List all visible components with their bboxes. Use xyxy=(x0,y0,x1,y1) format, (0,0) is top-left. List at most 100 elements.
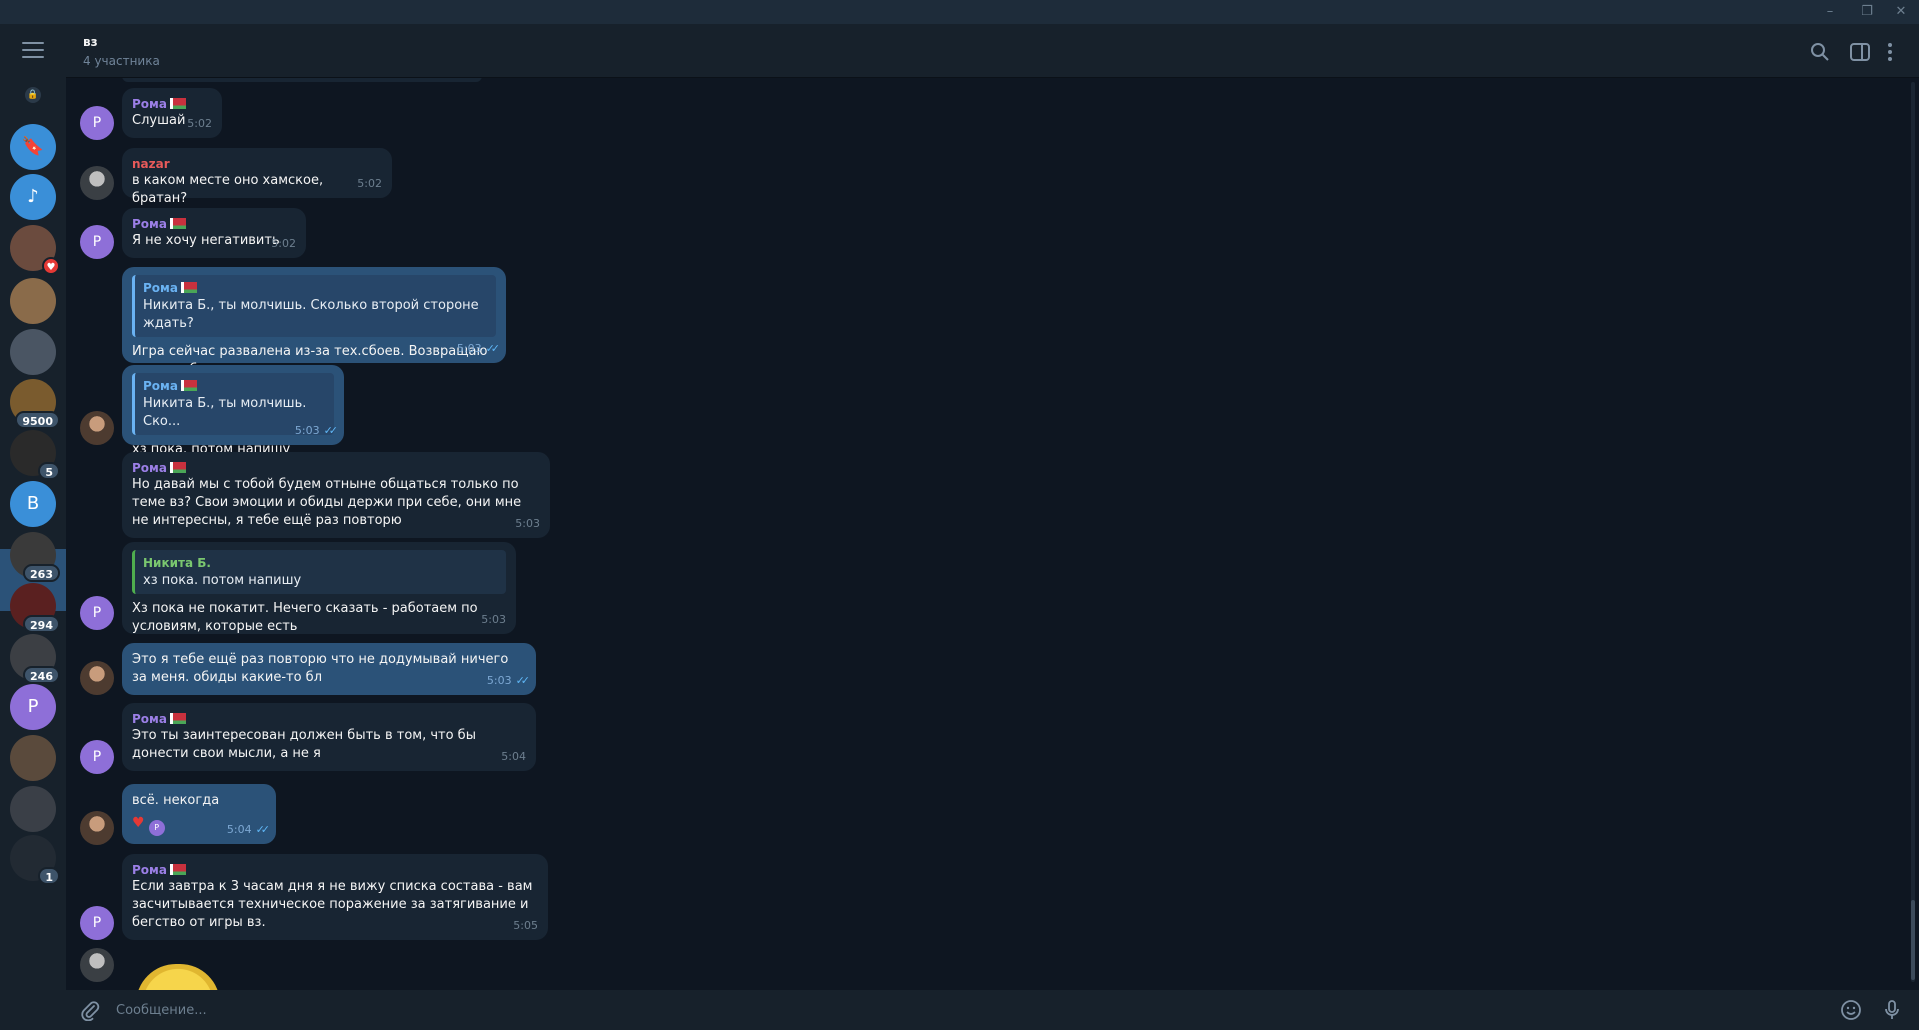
sender-name[interactable]: Рома xyxy=(132,216,296,232)
sidebar-chat-chat-10[interactable]: 294 xyxy=(10,583,60,633)
sender-name[interactable]: Рома xyxy=(132,460,540,476)
title-bar: – ❐ ✕ xyxy=(0,0,1919,24)
message-time: 5:02 xyxy=(271,237,296,250)
unread-badge: 263 xyxy=(23,564,60,582)
sidebar-chat-saved-messages[interactable]: 🔖 xyxy=(10,124,56,170)
avatar[interactable] xyxy=(80,948,114,982)
message-bubble[interactable]: Рома Никита Б., ты молчишь. Сколько втор… xyxy=(122,267,506,377)
chat-folder-sidebar: 🔒 🔖 ♪ ♥ 9500 5 В 263 294 246 Р 1 xyxy=(0,24,66,1030)
message-bubble[interactable]: Рома Но давай мы с тобой будем отныне об… xyxy=(122,452,550,538)
sidebar-chat-chat-9[interactable]: 263 xyxy=(10,532,60,582)
sidebar-chat-music[interactable]: ♪ xyxy=(10,174,56,220)
sender-name[interactable]: Рома xyxy=(132,96,212,112)
sidebar-chat-chat-5[interactable] xyxy=(10,329,56,375)
message-list[interactable]: Р Рома Слушай 5:02 nazar в каком месте о… xyxy=(66,78,1919,990)
sidebar-chat-chat-8[interactable]: В xyxy=(10,481,56,527)
sender-name[interactable]: Рома xyxy=(132,711,526,727)
more-options-icon[interactable] xyxy=(1879,41,1901,63)
message-text: Это я тебе ещё раз повторю что не додумы… xyxy=(132,652,509,685)
flag-icon xyxy=(169,98,186,109)
reply-quote[interactable]: Рома Никита Б., ты молчишь. Сколько втор… xyxy=(132,275,496,337)
message-composer xyxy=(66,990,1919,1030)
search-icon[interactable] xyxy=(1809,41,1831,63)
quote-text: Никита Б., ты молчишь. Сколько второй ст… xyxy=(143,298,479,331)
message-bubble[interactable]: Рома Если завтра к 3 часам дня я не вижу… xyxy=(122,854,548,940)
unread-badge: 294 xyxy=(23,615,60,633)
avatar[interactable] xyxy=(80,411,114,445)
sidebar-chat-chat-3[interactable]: ♥ xyxy=(10,225,60,275)
message-bubble[interactable]: Рома Слушай 5:02 xyxy=(122,88,222,138)
flag-icon xyxy=(180,282,197,293)
unread-badge: 1 xyxy=(38,867,60,885)
message-text: Это ты заинтересован должен быть в том, … xyxy=(132,728,476,761)
flag-icon xyxy=(169,713,186,724)
sidebar-chat-chat-7[interactable]: 5 xyxy=(10,430,60,480)
message-text: Если завтра к 3 часам дня я не вижу спис… xyxy=(132,879,533,930)
quote-text: хз пока. потом напишу xyxy=(143,573,302,588)
message-time: 5:04 xyxy=(501,750,526,763)
message-text: Но давай мы с тобой будем отныне общатьс… xyxy=(132,477,522,528)
paperclip-icon[interactable] xyxy=(79,999,101,1021)
close-button[interactable]: ✕ xyxy=(1886,2,1916,22)
message-time: 5:03 ✓✓ xyxy=(294,424,338,437)
chat-title[interactable]: вз xyxy=(83,35,98,49)
message-time: 5:03 xyxy=(481,613,506,626)
emoji-sticker[interactable] xyxy=(136,964,220,990)
lock-icon[interactable]: 🔒 xyxy=(25,87,41,103)
message-time: 5:03 xyxy=(515,517,540,530)
message-input[interactable] xyxy=(116,996,1816,1024)
sender-name[interactable]: Рома xyxy=(132,862,538,878)
sidebar-chat-chat-11[interactable]: 246 xyxy=(10,634,60,684)
message-text: Хз пока не покатит. Нечего сказать - раб… xyxy=(132,601,478,634)
reaction-avatar: Р xyxy=(148,820,165,836)
microphone-icon[interactable] xyxy=(1881,999,1903,1021)
message-text: в каком месте оно хамское, братан? xyxy=(132,173,324,206)
reply-quote[interactable]: Никита Б. хз пока. потом напишу xyxy=(132,550,506,594)
avatar[interactable]: Р xyxy=(80,596,114,630)
avatar[interactable] xyxy=(80,811,114,845)
avatar[interactable] xyxy=(80,166,114,200)
message-time: 5:02 xyxy=(357,177,382,190)
chat-members-count[interactable]: 4 участника xyxy=(83,54,160,68)
heart-reaction-icon[interactable]: ♥ xyxy=(132,814,145,832)
message-text: всё. некогда xyxy=(132,793,220,808)
emoji-icon[interactable] xyxy=(1840,999,1862,1021)
sidebar-chat-chat-14[interactable] xyxy=(10,786,56,832)
sidebar-chat-chat-4[interactable] xyxy=(10,278,56,324)
heart-icon: ♥ xyxy=(42,257,60,275)
message-time: 5:03 ✓✓ xyxy=(456,342,500,355)
message-bubble[interactable]: Никита Б. хз пока. потом напишу Хз пока … xyxy=(122,542,516,634)
avatar[interactable] xyxy=(80,661,114,695)
avatar[interactable]: Р xyxy=(80,740,114,774)
flag-icon xyxy=(169,218,186,229)
avatar[interactable]: Р xyxy=(80,106,114,140)
message-bubble[interactable]: nazar в каком месте оно хамское, братан?… xyxy=(122,148,392,206)
sidebar-toggle-icon[interactable] xyxy=(1849,41,1871,63)
chat-header: вз 4 участника xyxy=(66,24,1919,78)
flag-icon xyxy=(169,864,186,875)
minimize-button[interactable]: – xyxy=(1815,2,1845,22)
sidebar-chat-chat-6[interactable]: 9500 xyxy=(10,379,60,429)
sidebar-chat-chat-13[interactable] xyxy=(10,735,56,781)
restore-button[interactable]: ❐ xyxy=(1852,2,1882,22)
message-bubble[interactable]: всё. некогда ♥ Р 5:04 ✓✓ xyxy=(122,784,276,844)
message-time: 5:05 xyxy=(513,919,538,932)
flag-icon xyxy=(169,462,186,473)
message-bubble[interactable]: Это я тебе ещё раз повторю что не додумы… xyxy=(122,643,536,695)
menu-icon[interactable] xyxy=(22,42,44,58)
message-bubble[interactable]: Рома Никита Б., ты молчишь. Ско... хз по… xyxy=(122,365,344,457)
avatar[interactable]: Р xyxy=(80,225,114,259)
sender-name[interactable]: nazar xyxy=(132,156,382,172)
unread-badge: 9500 xyxy=(15,411,60,429)
unread-badge: 5 xyxy=(38,462,60,480)
scrollbar-thumb[interactable] xyxy=(1911,900,1915,980)
message-time: 5:04 ✓✓ xyxy=(226,823,270,836)
message-bubble[interactable]: Рома Я не хочу негативить 5:02 xyxy=(122,208,306,258)
sidebar-chat-chat-12[interactable]: Р xyxy=(10,684,56,730)
avatar[interactable]: Р xyxy=(80,906,114,940)
scrollbar-track[interactable] xyxy=(1911,82,1915,982)
message-bubble[interactable]: Рома Это ты заинтересован должен быть в … xyxy=(122,703,536,771)
unread-badge: 246 xyxy=(23,666,60,684)
sidebar-chat-chat-15[interactable]: 1 xyxy=(10,835,60,885)
message-time: 5:03 ✓✓ xyxy=(486,674,530,687)
